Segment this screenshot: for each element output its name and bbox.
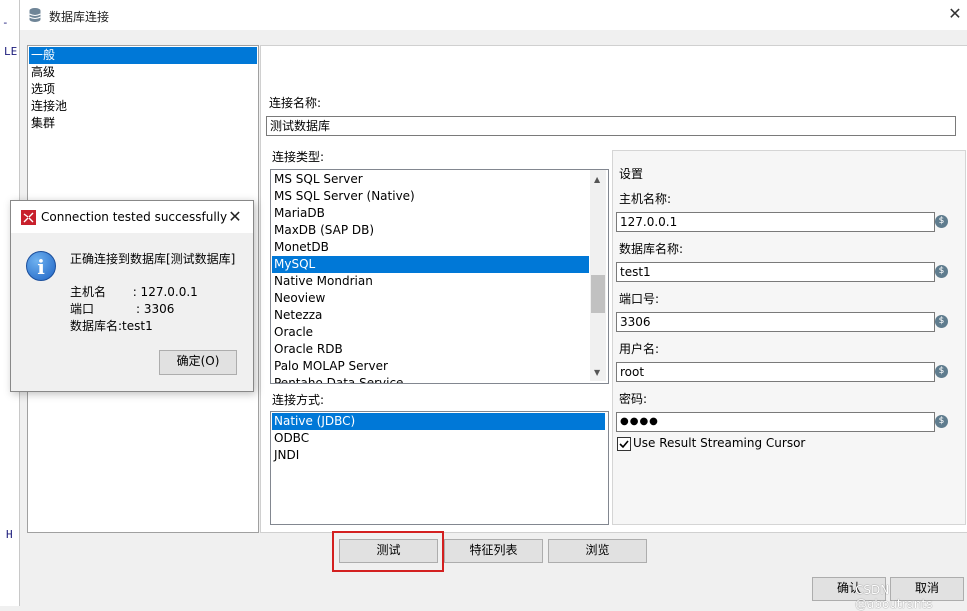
connection-name-label: 连接名称: xyxy=(269,96,322,110)
list-item[interactable]: MariaDB xyxy=(272,205,589,222)
streaming-checkbox[interactable] xyxy=(617,437,631,451)
general-settings-panel: 连接名称: 测试数据库 连接类型: MS SQL Server MS SQL S… xyxy=(260,45,967,533)
nav-item-cluster[interactable]: 集群 xyxy=(29,115,257,132)
password-label: 密码: xyxy=(619,392,648,406)
database-name-input[interactable]: test1 xyxy=(616,262,935,282)
window-title: 数据库连接 xyxy=(49,10,110,24)
list-item-selected[interactable]: MySQL xyxy=(272,256,589,273)
variable-icon[interactable]: $ xyxy=(935,365,948,378)
browse-button[interactable]: 浏览 xyxy=(548,539,647,563)
access-item-selected[interactable]: Native (JDBC) xyxy=(272,413,605,430)
list-item[interactable]: Pentaho Data Service xyxy=(272,375,589,383)
dialog-titlebar: Connection tested successfully ✕ xyxy=(11,201,253,233)
list-item[interactable]: Oracle xyxy=(272,324,589,341)
feature-list-button[interactable]: 特征列表 xyxy=(444,539,543,563)
connection-type-label: 连接类型: xyxy=(272,150,325,164)
dialog-ok-button[interactable]: 确定(O) xyxy=(159,350,237,375)
variable-icon[interactable]: $ xyxy=(935,415,948,428)
dialog-port-line: 端口 : 3306 xyxy=(70,302,175,316)
list-item[interactable]: MaxDB (SAP DB) xyxy=(272,222,589,239)
username-label: 用户名: xyxy=(619,342,660,356)
settings-group: 设置 主机名称: 127.0.0.1 $ 数据库名称: test1 $ 端口号:… xyxy=(612,150,966,525)
test-button[interactable]: 测试 xyxy=(339,539,438,563)
dialog-message: 正确连接到数据库[测试数据库] xyxy=(70,252,236,266)
window-close-button[interactable]: ✕ xyxy=(946,4,964,24)
nav-item-advanced[interactable]: 高级 xyxy=(29,64,257,81)
scroll-up-arrow-icon[interactable]: ▲ xyxy=(594,175,600,184)
window-titlebar: 数据库连接 ✕ xyxy=(20,0,967,30)
background-text-h: H xyxy=(6,528,13,541)
streaming-label: Use Result Streaming Cursor xyxy=(633,436,806,450)
list-item[interactable]: MS SQL Server xyxy=(272,171,589,188)
list-item[interactable]: Oracle RDB xyxy=(272,341,589,358)
database-name-label: 数据库名称: xyxy=(619,242,684,256)
connection-type-list: MS SQL Server MS SQL Server (Native) Mar… xyxy=(270,169,609,384)
port-input[interactable]: 3306 xyxy=(616,312,935,332)
watermark: CSDN @aboutrants xyxy=(855,583,933,611)
list-item[interactable]: Netezza xyxy=(272,307,589,324)
dialog-db-line: 数据库名:test1 xyxy=(70,319,153,333)
host-label: 主机名称: xyxy=(619,192,672,206)
username-input[interactable]: root xyxy=(616,362,935,382)
scroll-thumb[interactable] xyxy=(591,275,605,313)
dialog-host-line: 主机名 : 127.0.0.1 xyxy=(70,285,198,299)
access-item[interactable]: ODBC xyxy=(272,430,605,447)
connection-name-input[interactable]: 测试数据库 xyxy=(266,116,956,136)
access-label: 连接方式: xyxy=(272,393,325,407)
checkmark-icon xyxy=(619,440,629,449)
variable-icon[interactable]: $ xyxy=(935,265,948,278)
variable-icon[interactable]: $ xyxy=(935,315,948,328)
background-text-dash: - xyxy=(2,16,9,29)
dialog-title: Connection tested successfully xyxy=(41,210,228,224)
connection-success-dialog: Connection tested successfully ✕ i 正确连接到… xyxy=(10,200,254,392)
nav-item-options[interactable]: 选项 xyxy=(29,81,257,98)
port-label: 端口号: xyxy=(619,292,660,306)
scroll-down-arrow-icon[interactable]: ▼ xyxy=(594,368,600,377)
dialog-close-button[interactable]: ✕ xyxy=(225,207,245,227)
settings-title: 设置 xyxy=(619,167,644,181)
list-item[interactable]: Neoview xyxy=(272,290,589,307)
nav-item-general[interactable]: 一般 xyxy=(29,47,257,64)
info-icon: i xyxy=(26,251,56,281)
access-item[interactable]: JNDI xyxy=(272,447,605,464)
list-item[interactable]: MonetDB xyxy=(272,239,589,256)
password-input[interactable]: ●●●● xyxy=(616,412,935,432)
app-icon xyxy=(21,210,36,225)
nav-item-pooling[interactable]: 连接池 xyxy=(29,98,257,115)
background-text-le: LE xyxy=(4,45,18,58)
database-icon xyxy=(29,8,41,22)
variable-icon[interactable]: $ xyxy=(935,215,948,228)
list-item[interactable]: MS SQL Server (Native) xyxy=(272,188,589,205)
list-item[interactable]: Native Mondrian xyxy=(272,273,589,290)
access-list: Native (JDBC) ODBC JNDI xyxy=(270,411,609,525)
host-input[interactable]: 127.0.0.1 xyxy=(616,212,935,232)
list-item[interactable]: Palo MOLAP Server xyxy=(272,358,589,375)
connection-type-scrollbar[interactable]: ▲ ▼ xyxy=(590,170,606,381)
